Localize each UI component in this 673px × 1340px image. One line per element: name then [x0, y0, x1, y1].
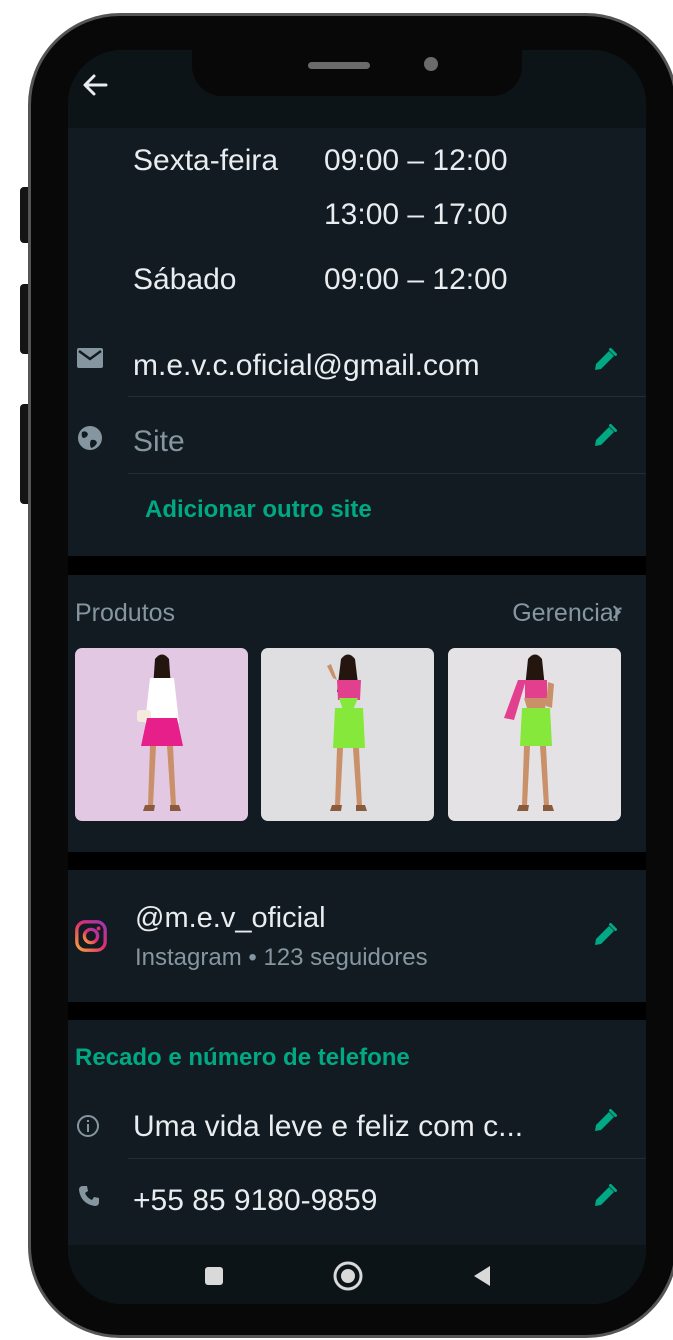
section-separator	[68, 852, 646, 870]
product-thumbnail[interactable]	[75, 648, 248, 821]
product-model-figure	[327, 654, 367, 811]
site-placeholder[interactable]: Site	[133, 425, 185, 459]
pencil-icon[interactable]	[592, 1108, 618, 1134]
pencil-icon[interactable]	[592, 1183, 618, 1209]
info-icon	[77, 1115, 99, 1137]
notch-speaker	[308, 62, 370, 69]
product-thumbnail[interactable]	[448, 648, 621, 821]
site-divider	[128, 473, 646, 474]
back-triangle-icon[interactable]	[472, 1265, 492, 1287]
product-model-figure	[504, 654, 554, 811]
product-thumbnail[interactable]	[261, 648, 434, 821]
hours-time-saturday: 09:00 – 12:00	[324, 263, 508, 296]
envelope-icon	[77, 348, 103, 368]
manage-products-label: Gerenciar	[512, 599, 622, 627]
hours-time-friday-afternoon: 13:00 – 17:00	[324, 198, 508, 231]
recents-square-icon[interactable]	[204, 1266, 224, 1286]
about-phone-section-title: Recado e número de telefone	[75, 1044, 410, 1071]
phone-icon	[79, 1186, 99, 1206]
phone-number[interactable]: +55 85 9180-9859	[133, 1184, 377, 1218]
about-divider	[128, 1158, 646, 1159]
pencil-icon[interactable]	[592, 347, 618, 373]
pencil-icon[interactable]	[592, 423, 618, 449]
business-profile-screen: Sexta-feira 09:00 – 12:00 13:00 – 17:00 …	[68, 50, 646, 1304]
chevron-right-icon[interactable]	[612, 604, 622, 620]
instagram-handle[interactable]: @m.e.v_oficial	[135, 902, 326, 935]
hours-day-friday: Sexta-feira	[133, 144, 279, 177]
instagram-subtitle: Instagram • 123 seguidores	[135, 944, 428, 971]
notch-camera	[424, 57, 438, 71]
section-separator	[68, 556, 646, 575]
product-model-figure	[137, 654, 183, 811]
instagram-icon	[75, 920, 107, 952]
manage-products-button[interactable]: Gerenciar	[512, 599, 622, 627]
hours-time-friday-morning: 09:00 – 12:00	[324, 144, 508, 177]
globe-icon	[78, 426, 102, 450]
pencil-icon[interactable]	[592, 922, 618, 948]
email-value[interactable]: m.e.v.c.oficial@gmail.com	[133, 349, 480, 383]
hours-day-saturday: Sábado	[133, 263, 237, 296]
products-title: Produtos	[75, 599, 176, 627]
arrow-left-icon[interactable]	[78, 70, 112, 100]
about-text[interactable]: Uma vida leve e feliz com c...	[133, 1110, 523, 1144]
phone-notch	[192, 50, 522, 96]
email-divider	[128, 396, 646, 397]
system-navigation-bar	[68, 1245, 646, 1304]
home-circle-icon[interactable]	[332, 1260, 364, 1292]
add-site-link[interactable]: Adicionar outro site	[145, 496, 372, 524]
section-separator	[68, 1002, 646, 1020]
